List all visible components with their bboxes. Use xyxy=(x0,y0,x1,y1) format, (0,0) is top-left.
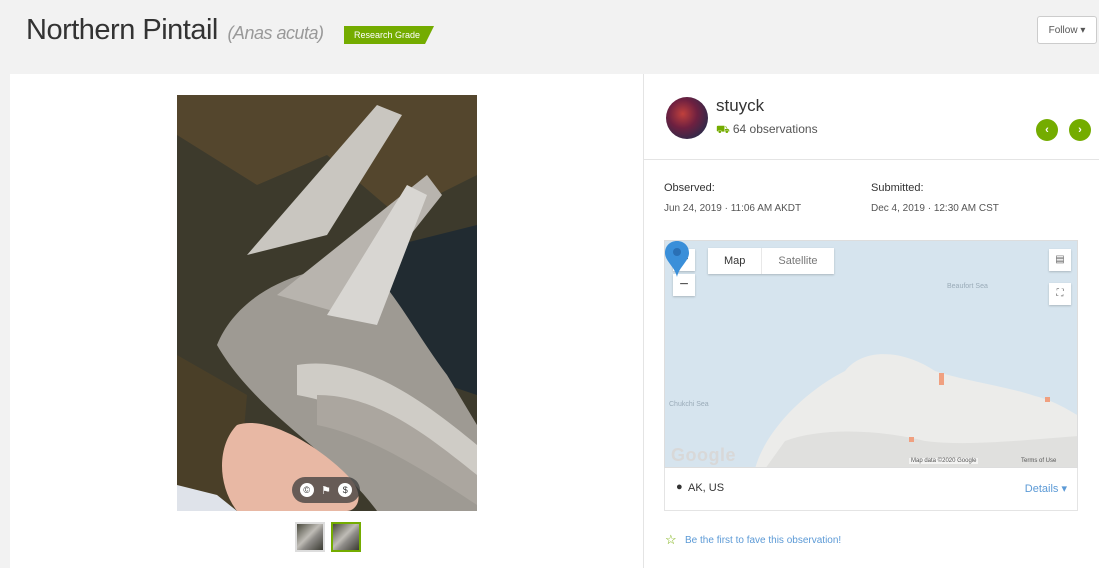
map-type-control: Map Satellite xyxy=(708,248,834,274)
common-name: Northern Pintail xyxy=(26,14,218,46)
avatar[interactable] xyxy=(666,97,708,139)
beaufort-sea-label: Beaufort Sea xyxy=(947,283,988,290)
next-observation-button[interactable]: › xyxy=(1069,119,1091,141)
observer-username[interactable]: stuyck xyxy=(716,96,764,116)
chevron-left-icon: ‹ xyxy=(1045,124,1049,136)
chevron-right-icon: › xyxy=(1078,124,1082,136)
previous-observation-button[interactable]: ‹ xyxy=(1036,119,1058,141)
fullscreen-button[interactable]: ⛶ xyxy=(1049,283,1071,305)
details-panel: stuyck ⛟ 64 observations ‹ › Observed: Ju… xyxy=(644,74,1099,568)
map-terrain xyxy=(665,241,1077,467)
photo-thumbnail-selected[interactable] xyxy=(331,522,361,552)
submitted-label: Submitted: xyxy=(871,182,924,194)
observer-observation-count[interactable]: ⛟ 64 observations xyxy=(716,122,818,138)
observation-body: © ⚑ $ stuyck ⛟ 64 observations ‹ › Observ… xyxy=(10,74,1099,568)
map-type-satellite[interactable]: Satellite xyxy=(761,248,833,274)
map-attribution[interactable]: Map data ©2020 Google xyxy=(909,458,979,464)
location-map[interactable]: Beaufort Sea Chukchi Sea + − Map Satelli… xyxy=(664,240,1078,468)
map-marker-icon[interactable] xyxy=(665,241,689,281)
page-title: Northern Pintail (Anas acuta) xyxy=(26,14,324,47)
map-terms-link[interactable]: Terms of Use xyxy=(1021,458,1056,464)
layers-icon: ▤ xyxy=(1055,254,1065,265)
map-type-map[interactable]: Map xyxy=(708,248,761,274)
quality-grade-badge: Research Grade xyxy=(344,26,435,44)
section-divider xyxy=(644,159,1099,160)
details-dropdown[interactable]: Details ▾ xyxy=(1025,482,1067,495)
chukchi-sea-label: Chukchi Sea xyxy=(669,401,709,408)
observation-photo[interactable]: © ⚑ $ xyxy=(177,95,477,511)
license-icon[interactable]: $ xyxy=(338,483,353,497)
flag-icon[interactable]: ⚑ xyxy=(321,484,331,497)
binoculars-icon: ⛟ xyxy=(716,124,730,136)
observation-header: Northern Pintail (Anas acuta) Research G… xyxy=(0,0,1099,74)
submitted-date: Dec 4, 2019 · 12:30 AM CST xyxy=(871,203,999,214)
photo-image xyxy=(177,95,477,511)
photo-thumbnail[interactable] xyxy=(295,522,325,552)
follow-button[interactable]: Follow ▾ xyxy=(1037,16,1097,44)
observation-count-text: 64 observations xyxy=(732,122,818,136)
place-name: AK, US xyxy=(688,482,725,494)
fullscreen-icon: ⛶ xyxy=(1056,288,1064,299)
observed-date: Jun 24, 2019 · 11:06 AM AKDT xyxy=(664,203,802,214)
photo-panel: © ⚑ $ xyxy=(10,74,643,568)
observed-label: Observed: xyxy=(664,182,715,194)
place-row: ● AK, US Details ▾ xyxy=(664,468,1078,511)
layers-button[interactable]: ▤ xyxy=(1049,249,1071,271)
scientific-name[interactable]: (Anas acuta) xyxy=(227,23,324,43)
fave-link[interactable]: Be the first to fave this observation! xyxy=(685,535,841,546)
star-icon[interactable]: ☆ xyxy=(665,532,677,548)
map-pin-icon: ● xyxy=(676,481,683,493)
google-logo: Google xyxy=(671,445,736,465)
photo-controls: © ⚑ $ xyxy=(292,477,360,503)
copyright-icon[interactable]: © xyxy=(299,483,314,497)
